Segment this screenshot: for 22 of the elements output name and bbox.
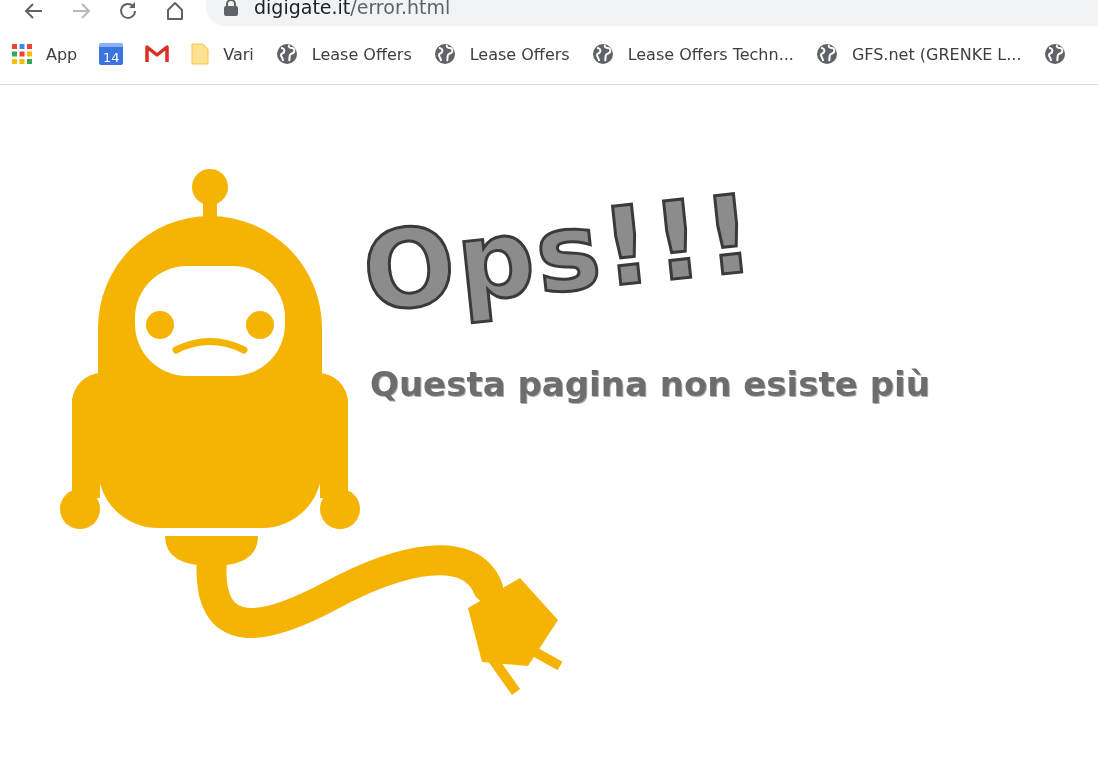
- bookmark-item[interactable]: Lease Offers Techn...: [591, 43, 794, 65]
- bookmark-item[interactable]: Lease Offers: [275, 43, 412, 65]
- error-title: Ops!!!: [357, 174, 761, 334]
- reload-icon: [117, 0, 139, 22]
- bookmark-item[interactable]: App: [12, 44, 78, 64]
- globe-icon: [591, 43, 614, 65]
- url-text: digigate.it/error.html: [254, 0, 451, 18]
- globe-icon[interactable]: [1043, 43, 1066, 65]
- error-message: Questa pagina non esiste più: [370, 363, 930, 404]
- bookmark-item[interactable]: GFS.net (GRENKE L...: [815, 43, 1022, 65]
- bookmark-item[interactable]: Vari: [191, 43, 254, 65]
- calendar-icon[interactable]: 14: [99, 43, 124, 65]
- apps-grid-icon: [12, 44, 32, 64]
- address-bar[interactable]: digigate.it/error.html: [206, 0, 1098, 26]
- globe-icon: [275, 43, 298, 65]
- mail-logo-icon[interactable]: [145, 45, 170, 63]
- globe-icon: [433, 43, 456, 65]
- folder-icon: [191, 43, 210, 65]
- lock-icon: [224, 0, 238, 16]
- globe-icon: [815, 43, 838, 65]
- bookmark-item[interactable]: Lease Offers: [433, 43, 570, 65]
- home-icon: [164, 0, 186, 22]
